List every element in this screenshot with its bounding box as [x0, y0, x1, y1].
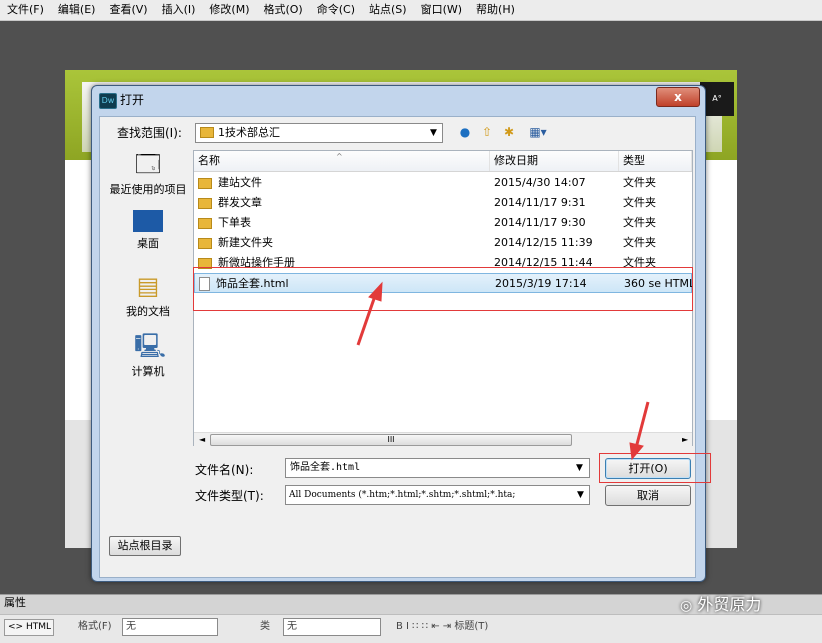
- text-format-tools[interactable]: B I ∷ ∷ ⇤ ⇥ 标题(T): [396, 620, 488, 634]
- arrow-to-file: [356, 281, 383, 346]
- watermark: ◎ 外贸原力: [680, 595, 762, 614]
- format-select[interactable]: 无: [122, 618, 218, 636]
- properties-tab[interactable]: 属性: [4, 596, 26, 610]
- format-label: 格式(F): [78, 621, 112, 632]
- wechat-icon: ◎: [680, 598, 693, 614]
- annotation-arrows: [356, 281, 650, 461]
- class-label: 类: [260, 621, 270, 632]
- html-mode-button[interactable]: <> HTML: [4, 619, 54, 636]
- class-select[interactable]: 无: [283, 618, 381, 636]
- arrow-to-open: [629, 401, 650, 461]
